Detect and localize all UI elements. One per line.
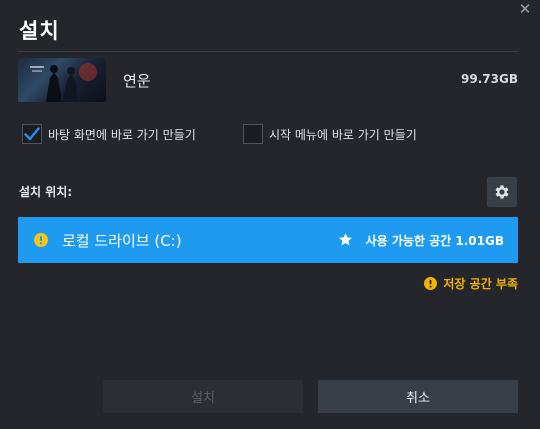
warning-circle-icon xyxy=(34,233,48,247)
install-button[interactable]: 설치 xyxy=(103,380,303,413)
game-thumbnail xyxy=(18,58,106,102)
cancel-button[interactable]: 취소 xyxy=(318,380,518,413)
local-drive-option[interactable]: 로컬 드라이브 (C:) 사용 가능한 공간 1.01GB xyxy=(18,217,518,263)
low-storage-warning: 저장 공간 부족 xyxy=(424,275,518,292)
checkbox-box xyxy=(22,124,42,144)
game-name: 연운 xyxy=(123,72,151,90)
location-settings-button[interactable] xyxy=(487,177,517,207)
warning-circle-icon xyxy=(424,277,438,290)
gear-icon xyxy=(495,185,509,199)
game-size: 99.73GB xyxy=(461,72,518,86)
available-space: 사용 가능한 공간 1.01GB xyxy=(365,234,504,248)
shortcut-options: 바탕 화면에 바로 가기 만들기 시작 메뉴에 바로 가기 만들기 xyxy=(22,124,520,148)
close-icon: ✕ xyxy=(518,0,532,18)
desktop-shortcut-label: 바탕 화면에 바로 가기 만들기 xyxy=(48,127,196,142)
star-icon xyxy=(339,233,352,246)
low-storage-text: 저장 공간 부족 xyxy=(443,277,518,291)
header-divider xyxy=(18,51,518,52)
desktop-shortcut-checkbox[interactable]: 바탕 화면에 바로 가기 만들기 xyxy=(22,124,196,144)
game-info-row: 연운 99.73GB xyxy=(18,58,518,102)
dialog-title: 설치 xyxy=(19,19,60,43)
close-button[interactable]: ✕ xyxy=(516,0,534,18)
install-location-label: 설치 위치: xyxy=(19,185,73,199)
start-menu-shortcut-checkbox[interactable]: 시작 메뉴에 바로 가기 만들기 xyxy=(243,124,417,144)
drive-name: 로컬 드라이브 (C:) xyxy=(62,232,182,250)
checkbox-box xyxy=(243,124,263,144)
checkmark-icon xyxy=(24,127,40,141)
start-menu-shortcut-label: 시작 메뉴에 바로 가기 만들기 xyxy=(269,127,417,142)
